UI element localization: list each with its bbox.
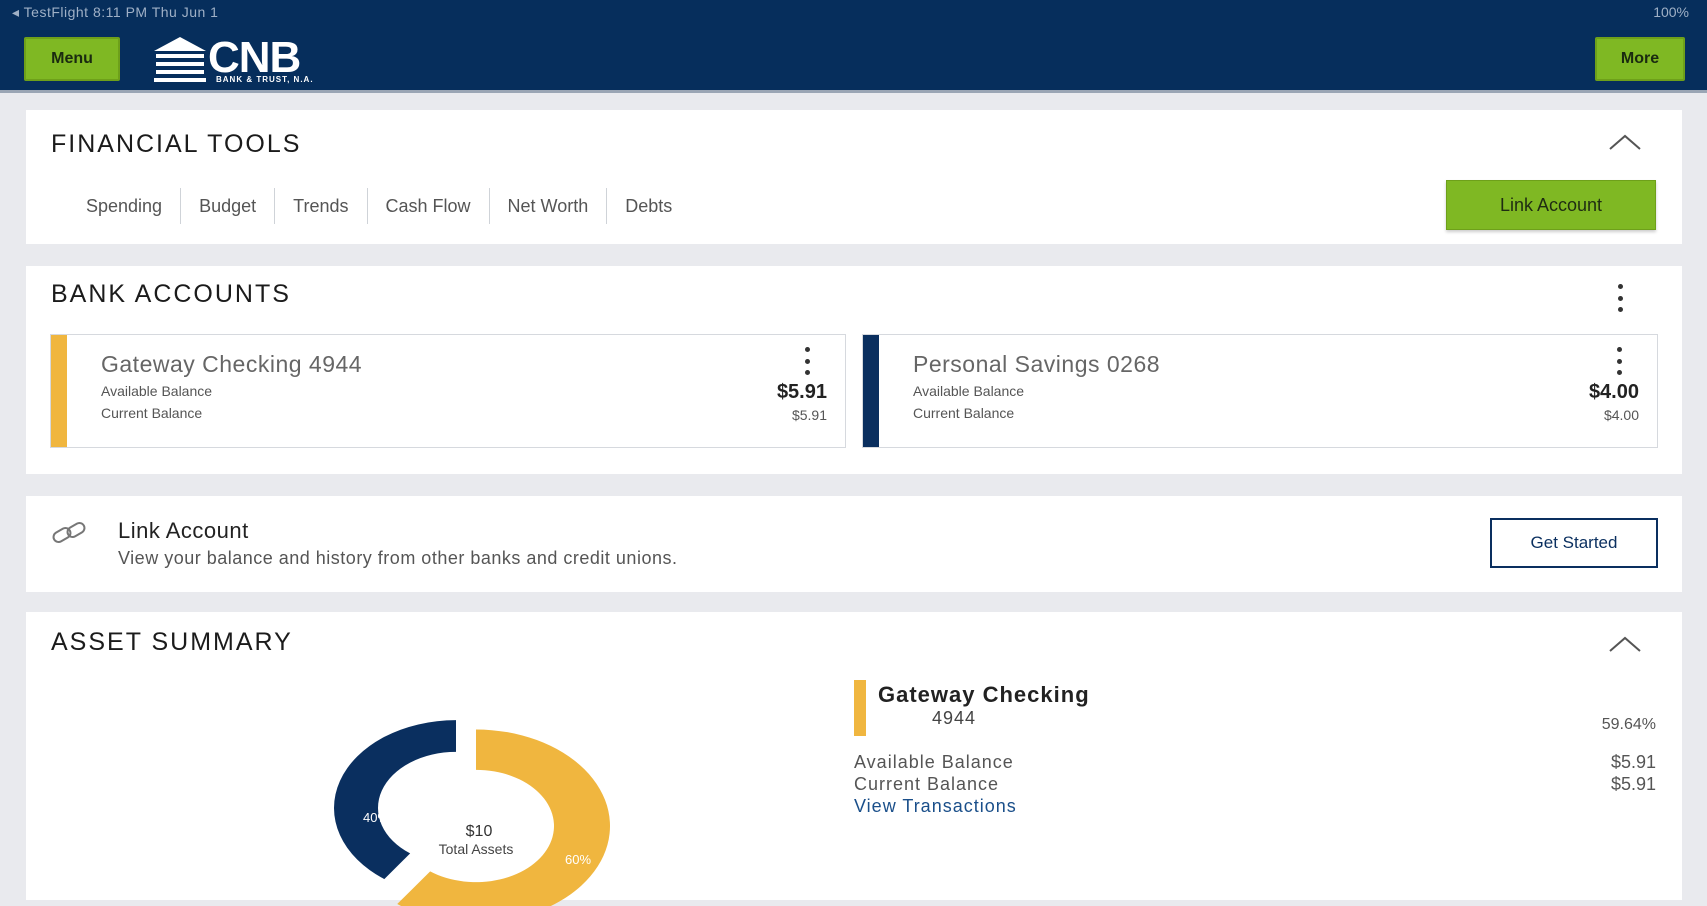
legend-account-name: Gateway Checking — [878, 682, 1090, 707]
tab-budget[interactable]: Budget — [181, 188, 276, 224]
top-nav-bar: Menu CNB BANK & TRUST, N.A. More — [0, 24, 1707, 93]
status-bar-battery: 100% — [1653, 4, 1689, 20]
asset-donut-chart: $10 Total Assets 60% 40% — [333, 720, 610, 906]
asset-summary-title: ASSET SUMMARY — [51, 628, 293, 656]
available-balance-value: $5.91 — [776, 381, 827, 403]
current-balance-label: Current Balance — [913, 405, 1015, 421]
donut-slice-label-checking: 60% — [565, 852, 591, 867]
status-bar: ◂ TestFlight 8:11 PM Thu Jun 1 100% — [0, 0, 1707, 24]
bank-accounts-more-icon[interactable] — [1616, 284, 1624, 312]
tab-trends[interactable]: Trends — [275, 188, 368, 224]
link-account-description: View your balance and history from other… — [118, 548, 678, 568]
get-started-button[interactable]: Get Started — [1490, 518, 1658, 568]
account-more-icon[interactable] — [1615, 347, 1623, 375]
link-account-button[interactable]: Link Account — [1446, 180, 1656, 230]
legend-current-label: Current Balance — [854, 774, 1000, 794]
current-balance-value: $5.91 — [791, 407, 827, 423]
account-more-icon[interactable] — [803, 347, 811, 375]
legend-color-swatch — [854, 680, 866, 736]
donut-total-value: $10 — [466, 823, 493, 840]
bank-building-icon — [154, 37, 206, 82]
link-account-title: Link Account — [118, 518, 249, 543]
legend-available-label: Available Balance — [854, 752, 1014, 772]
available-balance-label: Available Balance — [913, 383, 1025, 399]
legend-current-value: $5.91 — [1610, 774, 1656, 794]
account-card-checking[interactable]: Gateway Checking 4944 Available Balance … — [50, 334, 846, 448]
donut-slice-label-savings: 40% — [363, 810, 389, 825]
legend-available-value: $5.91 — [1610, 752, 1656, 772]
tab-cash-flow[interactable]: Cash Flow — [368, 188, 490, 224]
financial-tools-title: FINANCIAL TOOLS — [51, 130, 302, 158]
current-balance-label: Current Balance — [101, 405, 203, 421]
tab-debts[interactable]: Debts — [607, 188, 690, 224]
financial-tools-tabs: Spending Budget Trends Cash Flow Net Wor… — [68, 188, 690, 224]
chevron-up-icon[interactable] — [1608, 132, 1642, 152]
current-balance-value: $4.00 — [1603, 407, 1639, 423]
account-name: Gateway Checking 4944 — [101, 351, 363, 377]
view-transactions-link[interactable]: View Transactions — [854, 796, 1017, 817]
chevron-up-icon[interactable] — [1608, 634, 1642, 654]
tab-spending[interactable]: Spending — [68, 188, 182, 224]
account-name: Personal Savings 0268 — [913, 351, 1161, 377]
bank-accounts-title: BANK ACCOUNTS — [51, 280, 291, 308]
legend-account-number: 4944 — [932, 708, 977, 728]
status-bar-left: ◂ TestFlight 8:11 PM Thu Jun 1 — [12, 4, 219, 20]
legend-account-percent: 59.64% — [1601, 716, 1656, 733]
bank-accounts-card: BANK ACCOUNTS Gateway Checking 4944 Avai… — [26, 266, 1682, 474]
available-balance-label: Available Balance — [101, 383, 213, 399]
account-color-bar — [863, 335, 879, 447]
link-account-card: Link Account View your balance and histo… — [26, 496, 1682, 592]
donut-total-label: Total Assets — [439, 841, 514, 857]
available-balance-value: $4.00 — [1588, 381, 1639, 403]
donut-slice-checking — [397, 729, 610, 906]
tab-net-worth[interactable]: Net Worth — [490, 188, 608, 224]
more-button[interactable]: More — [1595, 37, 1685, 81]
asset-summary-card: ASSET SUMMARY $10 Total Assets 60% 40% G… — [26, 612, 1682, 906]
account-color-bar — [51, 335, 67, 447]
menu-button[interactable]: Menu — [24, 37, 120, 81]
cnb-logo: CNB BANK & TRUST, N.A. — [150, 31, 355, 87]
link-icon — [52, 522, 86, 543]
financial-tools-card: FINANCIAL TOOLS Spending Budget Trends C… — [26, 110, 1682, 244]
logo-subtext: BANK & TRUST, N.A. — [216, 75, 314, 84]
account-card-savings[interactable]: Personal Savings 0268 Available Balance … — [862, 334, 1658, 448]
